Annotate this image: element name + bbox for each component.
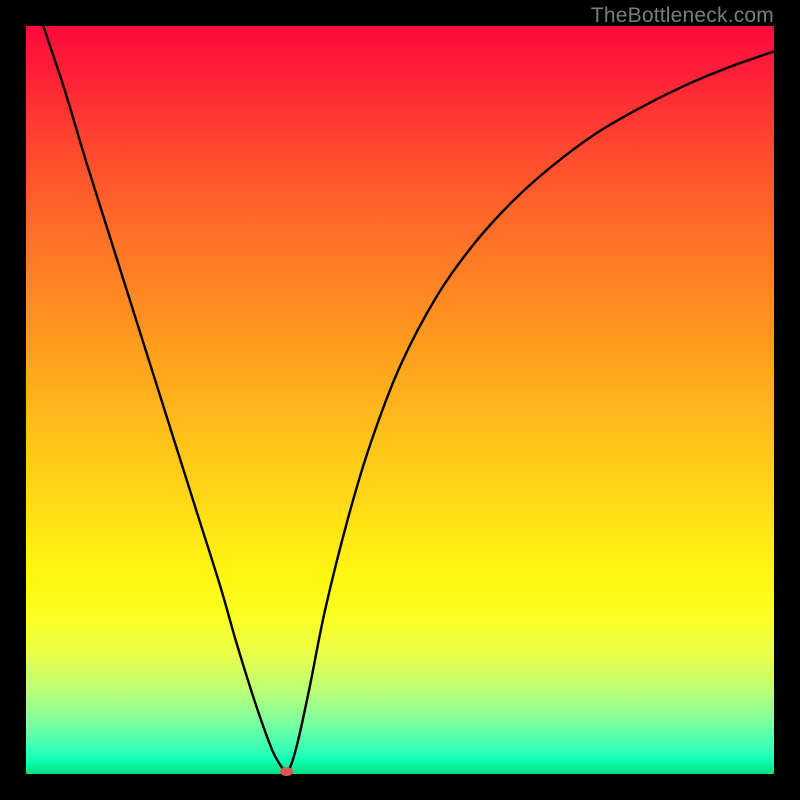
watermark-text: TheBottleneck.com	[591, 4, 774, 28]
plot-area	[26, 26, 774, 774]
chart-frame: TheBottleneck.com	[0, 0, 800, 800]
bottleneck-curve	[26, 26, 774, 774]
minimum-marker	[280, 767, 293, 776]
